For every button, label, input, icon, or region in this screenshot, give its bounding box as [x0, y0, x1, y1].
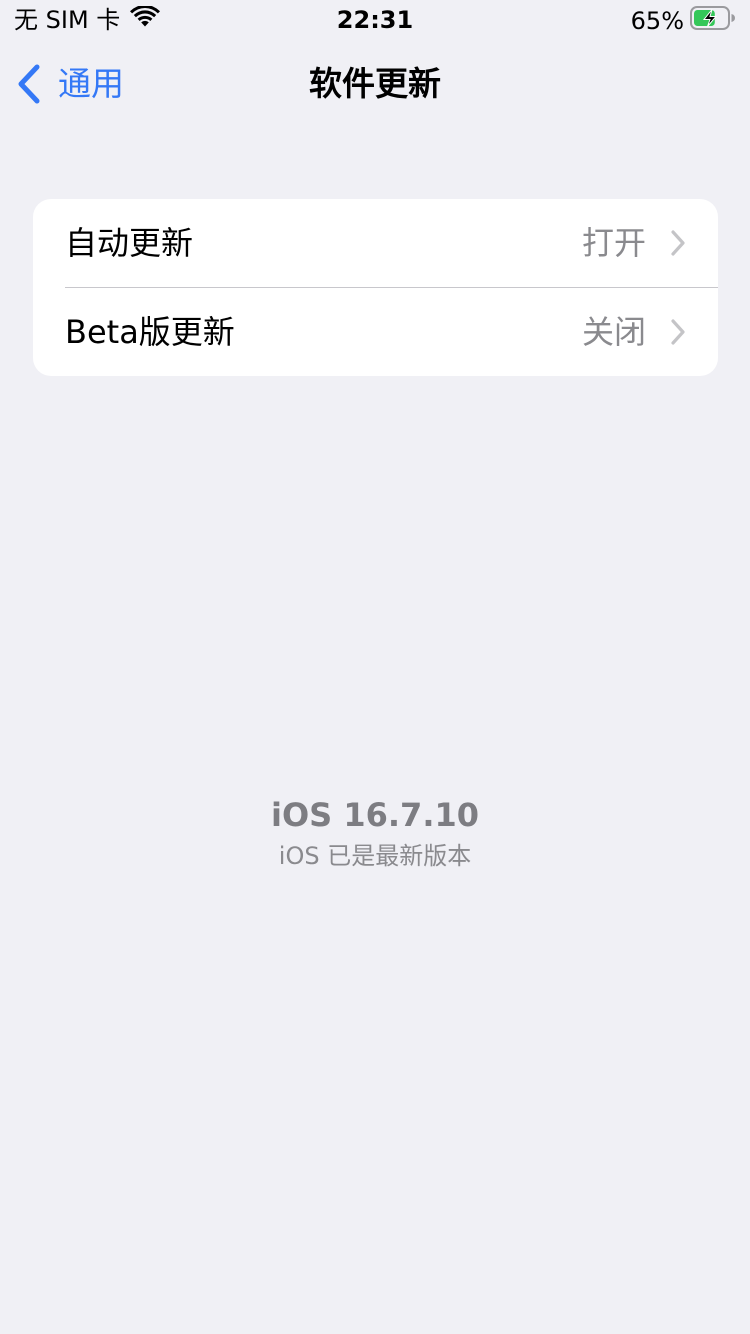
- status-bar: 无 SIM 卡 22:31 65%: [0, 0, 750, 40]
- chevron-right-icon: [671, 230, 685, 256]
- auto-update-row[interactable]: 自动更新 打开: [33, 199, 718, 287]
- update-settings-group: 自动更新 打开 Beta版更新 关闭: [33, 199, 718, 376]
- auto-update-label: 自动更新: [65, 224, 194, 262]
- battery-percent: 65%: [630, 7, 684, 35]
- beta-update-value: 关闭: [581, 313, 646, 351]
- software-update-screen: 无 SIM 卡 22:31 65% 通用 软件更新 自动更新 打开 Beta版更…: [0, 0, 750, 1334]
- chevron-right-icon: [671, 319, 685, 345]
- beta-update-row[interactable]: Beta版更新 关闭: [33, 288, 718, 376]
- battery-charging-icon: [690, 6, 736, 36]
- ios-version: iOS 16.7.10: [271, 796, 479, 834]
- beta-update-label: Beta版更新: [65, 313, 235, 351]
- up-to-date-message: iOS 已是最新版本: [278, 842, 472, 870]
- version-info: iOS 16.7.10 iOS 已是最新版本: [0, 795, 750, 871]
- navigation-bar: 通用 软件更新: [0, 50, 750, 120]
- auto-update-value: 打开: [581, 224, 646, 262]
- status-bar-right: 65%: [631, 6, 736, 36]
- page-title: 软件更新: [309, 64, 441, 103]
